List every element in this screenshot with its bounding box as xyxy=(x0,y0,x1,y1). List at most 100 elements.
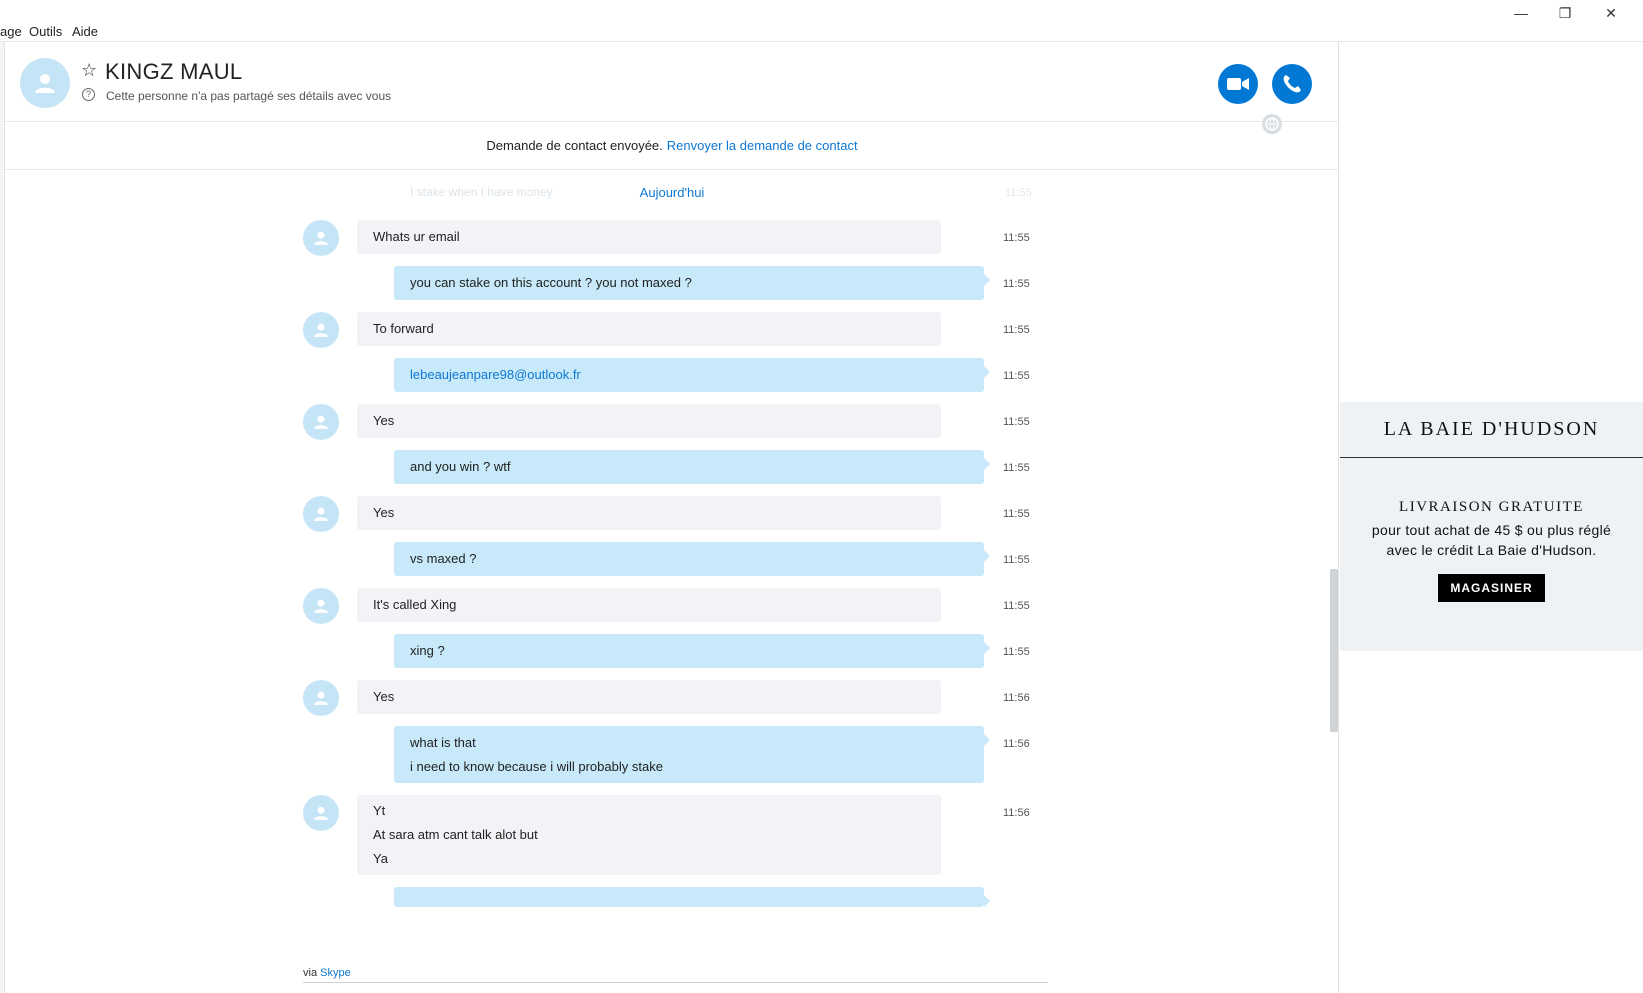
ad-shop-button[interactable]: MAGASINER xyxy=(1438,574,1545,602)
message-text: Yt xyxy=(373,803,386,818)
video-camera-icon xyxy=(1227,78,1249,90)
incoming-message-row: Whats ur email 11:55 xyxy=(5,220,1339,256)
outgoing-message-row xyxy=(5,887,1339,907)
message-timestamp: 11:55 xyxy=(1003,232,1030,244)
incoming-message-row: Yes 11:56 xyxy=(5,680,1339,716)
person-icon xyxy=(314,231,328,245)
sender-avatar[interactable] xyxy=(303,404,339,440)
message-bubble[interactable]: vs maxed ? xyxy=(394,542,990,576)
message-bubble[interactable]: you can stake on this account ? you not … xyxy=(394,266,990,300)
sender-avatar[interactable] xyxy=(303,680,339,716)
message-timestamp: 11:55 xyxy=(1003,646,1030,658)
restore-icon: ❐ xyxy=(1558,4,1572,21)
message-timestamp: 11:55 xyxy=(1003,278,1030,290)
sender-avatar[interactable] xyxy=(303,312,339,348)
outgoing-message-row: lebeaujeanpare98@outlook.fr 11:55 xyxy=(5,358,1339,392)
person-icon xyxy=(314,507,328,521)
message-bubble[interactable]: xing ? xyxy=(394,634,990,668)
outgoing-message-row: what is that i need to know because i wil… xyxy=(5,726,1339,783)
message-timestamp: 11:55 xyxy=(1003,462,1030,474)
sender-avatar[interactable] xyxy=(303,795,339,831)
person-icon xyxy=(314,415,328,429)
via-text: via xyxy=(303,967,318,979)
ad-body: pour tout achat de 45 $ ou plus réglé av… xyxy=(1340,520,1643,560)
message-bubble[interactable]: what is that i need to know because i wil… xyxy=(394,726,990,783)
outgoing-message-row: you can stake on this account ? you not … xyxy=(5,266,1339,300)
ad-body-line-2: avec le crédit La Baie d'Hudson. xyxy=(1386,542,1597,558)
phone-icon xyxy=(1283,75,1301,93)
date-divider: Aujourd'hui xyxy=(639,185,705,200)
favorite-star-icon[interactable]: ☆ xyxy=(81,60,97,81)
message-text: xing ? xyxy=(410,643,445,658)
message-timestamp: 11:55 xyxy=(1003,600,1030,612)
message-text: To forward xyxy=(373,321,434,336)
ad-banner[interactable]: LA BAIE D'HUDSON LIVRAISON GRATUITE pour… xyxy=(1340,402,1643,651)
person-icon xyxy=(35,74,55,93)
contact-subtitle: Cette personne n'a pas partagé ses détai… xyxy=(106,89,392,103)
sender-avatar[interactable] xyxy=(303,496,339,532)
message-text: vs maxed ? xyxy=(410,551,477,566)
close-icon: ✕ xyxy=(1605,4,1617,21)
message-bubble[interactable]: It's called Xing xyxy=(357,588,941,622)
message-text: Yes xyxy=(373,413,395,428)
ad-headline: LIVRAISON GRATUITE xyxy=(1399,499,1584,515)
composer-divider xyxy=(303,982,1048,983)
contact-avatar[interactable] xyxy=(20,58,70,108)
via-skype-link[interactable]: Skype xyxy=(320,967,351,979)
incoming-message-row: It's called Xing 11:55 xyxy=(5,588,1339,624)
message-bubble[interactable]: Yes xyxy=(357,404,941,438)
message-timestamp: 11:56 xyxy=(1003,738,1030,750)
close-button[interactable]: ✕ xyxy=(1588,2,1634,24)
message-bubble[interactable]: To forward xyxy=(357,312,941,346)
menu-item-tools[interactable]: Outils xyxy=(29,24,62,39)
message-text: Yes xyxy=(373,689,395,704)
person-icon xyxy=(314,691,328,705)
resend-contact-request-link[interactable]: Renvoyer la demande de contact xyxy=(667,138,858,153)
sender-avatar[interactable] xyxy=(303,588,339,624)
message-timestamp: 11:56 xyxy=(1003,692,1030,704)
message-text: Whats ur email xyxy=(373,229,460,244)
menu-item-help[interactable]: Aide xyxy=(72,24,98,39)
message-text: Ya xyxy=(373,851,388,866)
message-text: Yes xyxy=(373,505,395,520)
chat-header: ☆ KINGZ MAUL ? Cette personne n'a pas pa… xyxy=(5,42,1339,134)
message-timestamp: 11:55 xyxy=(1003,324,1030,336)
message-bubble[interactable]: Yes xyxy=(357,496,941,530)
ad-body-line-1: pour tout achat de 45 $ ou plus réglé xyxy=(1371,522,1612,538)
restore-button[interactable]: ❐ xyxy=(1542,2,1588,24)
contact-name[interactable]: KINGZ MAUL xyxy=(105,59,242,85)
contact-request-text: Demande de contact envoyée. xyxy=(486,138,663,153)
minimize-icon: — xyxy=(1514,5,1528,21)
message-bubble[interactable]: Yes xyxy=(357,680,941,714)
email-link[interactable]: lebeaujeanpare98@outlook.fr xyxy=(410,363,968,387)
message-timestamp: 11:55 xyxy=(1003,554,1030,566)
message-timestamp: 11:55 xyxy=(1003,370,1030,382)
scrollbar-thumb[interactable] xyxy=(1330,569,1338,732)
minimize-button[interactable]: — xyxy=(1498,2,1544,24)
message-bubble[interactable]: and you win ? wtf xyxy=(394,450,990,484)
message-text: It's called Xing xyxy=(373,597,457,612)
message-list[interactable]: I stake when I have money 11:55 Aujourd'… xyxy=(5,170,1339,965)
message-text: and you win ? wtf xyxy=(410,459,511,474)
message-bubble[interactable]: lebeaujeanpare98@outlook.fr xyxy=(394,358,990,392)
person-icon xyxy=(314,323,328,337)
question-icon: ? xyxy=(82,88,95,101)
message-bubble[interactable]: Whats ur email xyxy=(357,220,941,254)
incoming-message-row: Yes 11:55 xyxy=(5,496,1339,532)
ad-divider xyxy=(1340,457,1643,458)
outgoing-message-row: and you win ? wtf 11:55 xyxy=(5,450,1339,484)
message-bubble[interactable]: Yt At sara atm cant talk alot but Ya xyxy=(357,795,941,875)
message-text: At sara atm cant talk alot but xyxy=(373,827,538,842)
message-text: you can stake on this account ? you not … xyxy=(410,275,692,290)
incoming-message-row: Yt At sara atm cant talk alot but Ya 11:56 xyxy=(5,795,1339,875)
video-call-button[interactable] xyxy=(1218,64,1258,104)
message-bubble[interactable] xyxy=(394,887,990,907)
contact-request-banner: Demande de contact envoyée. Renvoyer la … xyxy=(5,122,1339,170)
message-timestamp: 11:56 xyxy=(1003,807,1030,819)
ad-brand-logo: LA BAIE D'HUDSON xyxy=(1383,418,1600,440)
message-text: i need to know because i will probably s… xyxy=(410,758,663,774)
menu-item-message[interactable]: age xyxy=(0,24,22,39)
person-icon xyxy=(314,806,328,820)
audio-call-button[interactable] xyxy=(1272,64,1312,104)
sender-avatar[interactable] xyxy=(303,220,339,256)
